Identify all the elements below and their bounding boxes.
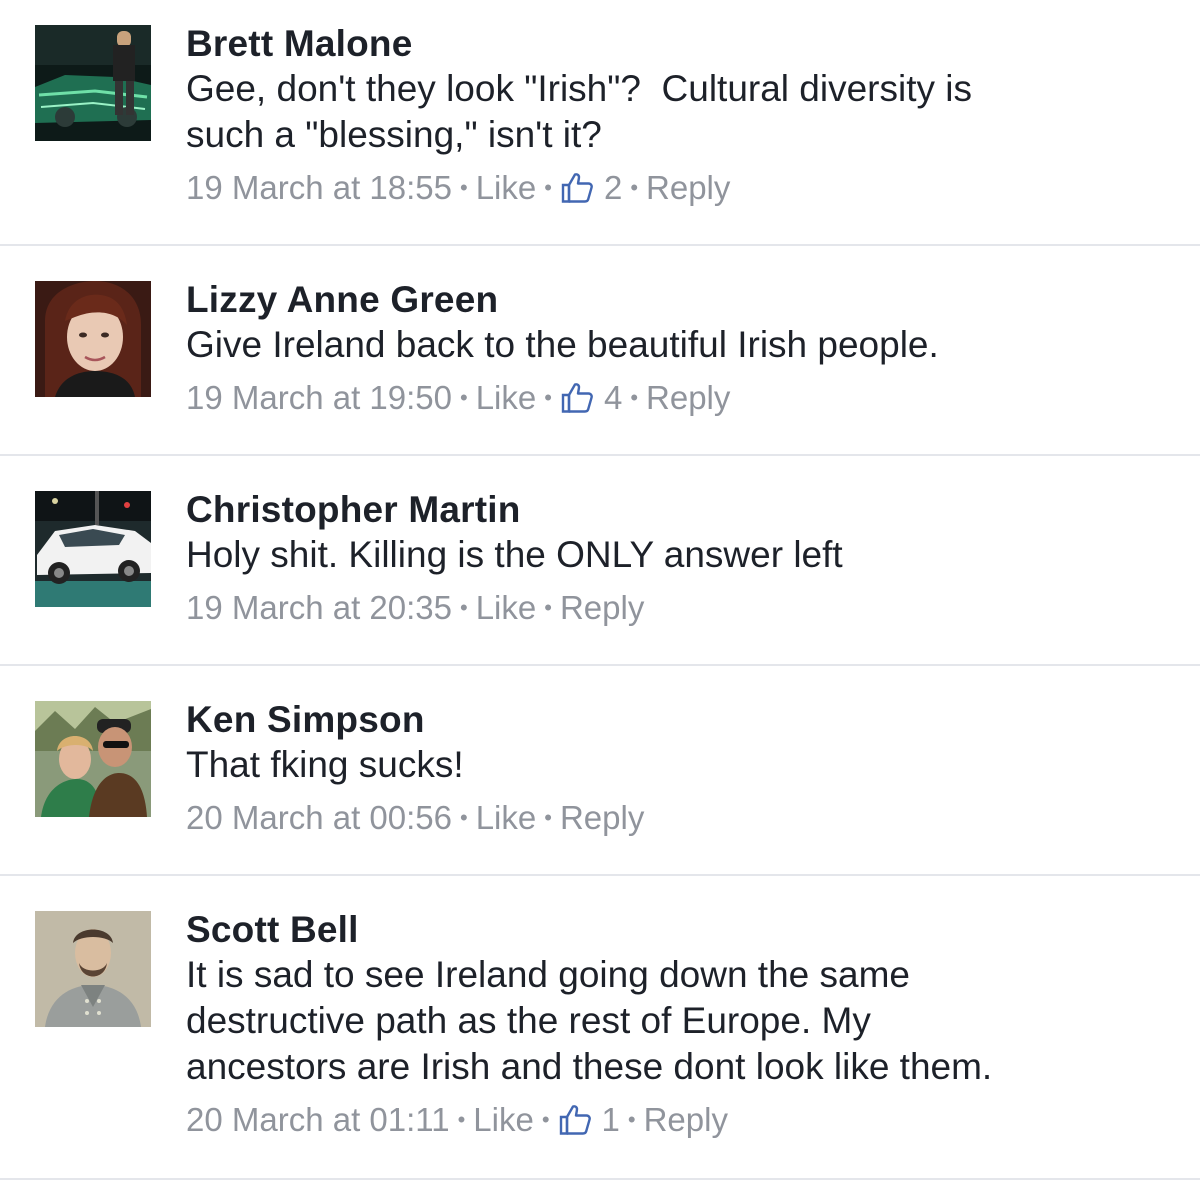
comment-item: Christopher Martin Holy shit. Killing is… [0,456,1200,666]
thumbs-up-icon [561,383,593,413]
profile-photo-white-car [35,491,151,607]
comment-text: Give Ireland back to the beautiful Irish… [186,324,939,365]
comment-text: It is sad to see Ireland going down the … [186,954,993,1087]
avatar[interactable] [35,701,151,817]
comment-item: Ken Simpson That fking sucks! 20 March a… [0,666,1200,876]
comment-body: Ken Simpson That fking sucks! 20 March a… [186,698,1160,844]
separator-dot: • [627,1107,636,1132]
separator-dot: • [541,1107,550,1132]
comment-author[interactable]: Lizzy Anne Green [186,278,1160,322]
like-count[interactable]: 4 [604,372,622,424]
separator-dot: • [544,805,552,830]
like-count-icon[interactable] [560,380,596,416]
profile-photo-woman [35,281,151,397]
comment-item: Lizzy Anne Green Give Ireland back to th… [0,246,1200,456]
like-count[interactable]: 2 [604,162,622,214]
avatar[interactable] [35,911,151,1027]
like-button[interactable]: Like [476,372,537,424]
comment-author[interactable]: Ken Simpson [186,698,1160,742]
reply-button[interactable]: Reply [560,582,644,634]
separator-dot: • [460,175,468,200]
comment-timestamp[interactable]: 19 March at 20:35 [186,582,452,634]
profile-photo-couple [35,701,151,817]
like-count-icon[interactable] [560,170,596,206]
like-button[interactable]: Like [476,792,537,844]
separator-dot: • [630,385,639,410]
comment-body: Lizzy Anne Green Give Ireland back to th… [186,278,1160,424]
thumbs-up-icon [561,173,593,203]
like-button[interactable]: Like [473,1094,534,1146]
separator-dot: • [460,385,468,410]
like-count-icon[interactable] [558,1102,594,1138]
comment-body: Brett Malone Gee, don't they look "Irish… [186,22,1160,214]
comment-timestamp[interactable]: 19 March at 18:55 [186,162,452,214]
separator-dot: • [460,805,468,830]
comment-body: Scott Bell It is sad to see Ireland goin… [186,908,1160,1146]
comment-meta: 19 March at 19:50 • Like • 4 • Reply [186,372,1160,424]
like-button[interactable]: Like [476,582,537,634]
reply-button[interactable]: Reply [644,1094,728,1146]
avatar[interactable] [35,25,151,141]
comment-timestamp[interactable]: 20 March at 00:56 [186,792,452,844]
like-button[interactable]: Like [476,162,537,214]
avatar[interactable] [35,491,151,607]
comment-list: Brett Malone Gee, don't they look "Irish… [0,0,1200,1180]
profile-photo-portrait-painting [35,911,151,1027]
comment-item: Brett Malone Gee, don't they look "Irish… [0,0,1200,246]
comment-author[interactable]: Brett Malone [186,22,1160,66]
comment-author[interactable]: Scott Bell [186,908,1160,952]
separator-dot: • [544,385,552,410]
comment-meta: 19 March at 20:35 • Like • Reply [186,582,1160,634]
like-count[interactable]: 1 [602,1094,620,1146]
comment-meta: 20 March at 01:11 • Like • 1 • Reply [186,1094,1160,1146]
reply-button[interactable]: Reply [646,372,730,424]
comment-author[interactable]: Christopher Martin [186,488,1160,532]
comment-text: Holy shit. Killing is the ONLY answer le… [186,534,843,575]
comment-item: Scott Bell It is sad to see Ireland goin… [0,876,1200,1180]
comment-timestamp[interactable]: 20 March at 01:11 [186,1094,450,1146]
separator-dot: • [544,175,552,200]
comment-meta: 19 March at 18:55 • Like • 2 • Reply [186,162,1160,214]
comment-meta: 20 March at 00:56 • Like • Reply [186,792,1160,844]
comment-text: Gee, don't they look "Irish"? Cultural d… [186,68,972,155]
comment-timestamp[interactable]: 19 March at 19:50 [186,372,452,424]
avatar[interactable] [35,281,151,397]
comment-body: Christopher Martin Holy shit. Killing is… [186,488,1160,634]
comment-text: That fking sucks! [186,744,464,785]
separator-dot: • [460,595,468,620]
reply-button[interactable]: Reply [560,792,644,844]
reply-button[interactable]: Reply [646,162,730,214]
thumbs-up-icon [559,1105,591,1135]
separator-dot: • [630,175,639,200]
profile-photo-car [35,25,151,141]
separator-dot: • [544,595,552,620]
separator-dot: • [457,1107,466,1132]
